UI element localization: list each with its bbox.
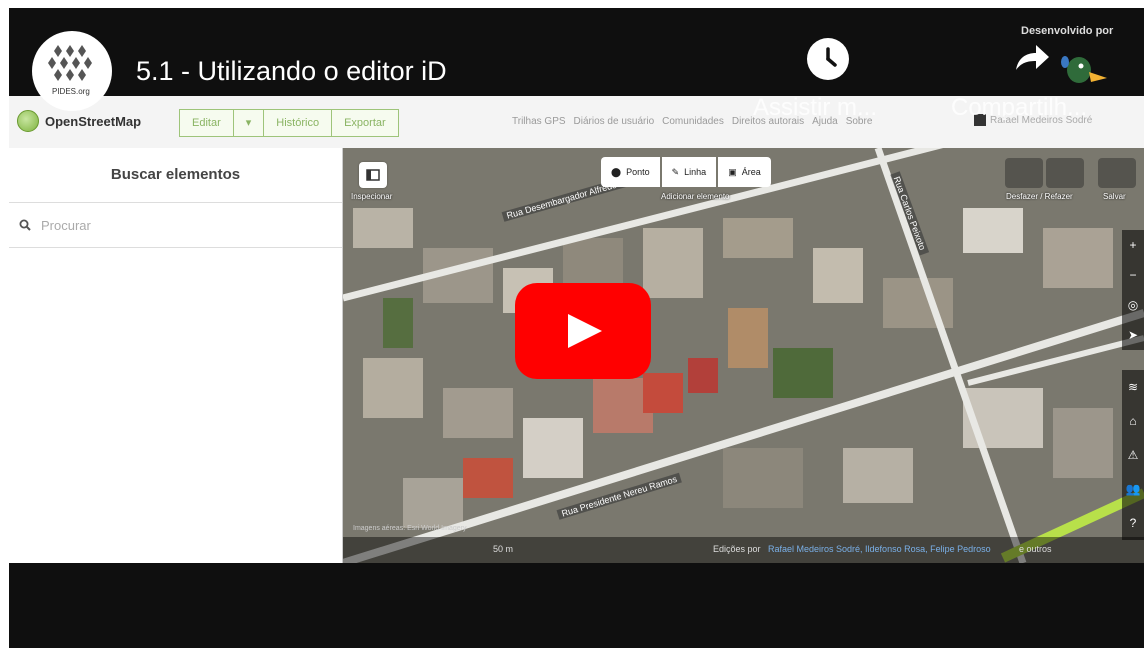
search-icon (19, 219, 31, 231)
others-link[interactable]: e outros (1019, 544, 1052, 554)
panel-controls: ≋ ⌂ ⚠ 👥 ? (1122, 370, 1144, 540)
inspect-label: Inspecionar (351, 192, 393, 201)
feature-search-sidebar: Buscar elementos Procurar (9, 148, 343, 563)
search-field[interactable]: Procurar (9, 203, 342, 248)
undo-redo-label: Desfazer / Refazer (1006, 192, 1073, 201)
watch-later-label: Assistir m... (753, 94, 877, 121)
duck-logo-icon (1061, 56, 1107, 83)
developed-by-label: Desenvolvido por (1021, 25, 1114, 37)
channel-avatar[interactable]: PIDES.org (32, 31, 112, 111)
zoom-controls: + − ◎ ➤ (1122, 230, 1144, 350)
video-title[interactable]: 5.1 - Utilizando o editor iD (136, 56, 447, 87)
osm-brand-label: OpenStreetMap (45, 113, 142, 129)
nav-link-communities[interactable]: Comunidades (662, 116, 724, 127)
zoom-out-button[interactable]: − (1122, 260, 1144, 290)
video-top-bar: PIDES.org 5.1 - Utilizando o editor iD A… (9, 8, 1144, 121)
channel-avatar-text: PIDES.org (52, 87, 90, 96)
issues-button[interactable]: ⚠ (1122, 438, 1144, 472)
edit-dropdown-button[interactable]: ▾ (232, 109, 265, 137)
add-feature-label: Adicionar elemento (661, 192, 730, 201)
background-button[interactable]: ≋ (1122, 370, 1144, 404)
osm-brand[interactable]: OpenStreetMap (17, 110, 141, 132)
map-footer: 50 m Imagens aéreas: Esri World Imagery … (343, 525, 1144, 563)
share-arrow-icon[interactable] (1012, 40, 1052, 80)
scale-bar: 50 m (493, 544, 514, 554)
share-label: Compartilh... (951, 94, 1088, 121)
redo-button[interactable] (1046, 158, 1084, 188)
add-line-button[interactable]: ✎ Linha (661, 157, 717, 187)
osm-logo-icon (17, 110, 39, 132)
add-area-button[interactable]: ▣ Área (718, 157, 771, 187)
preferences-button[interactable]: 👥 (1122, 472, 1144, 506)
pin-icon: ⬤ (611, 167, 622, 177)
osm-edit-buttons: Editar ▾ Histórico Exportar (179, 109, 399, 137)
panel-toggle-icon (366, 169, 380, 181)
sidebar-title: Buscar elementos (9, 148, 342, 203)
map-data-button[interactable]: ⌂ (1122, 404, 1144, 438)
channel-logo-icon (48, 45, 92, 81)
zoom-to-selection-button[interactable]: ◎ (1122, 290, 1144, 320)
zoom-in-button[interactable]: + (1122, 230, 1144, 260)
inspect-button[interactable] (359, 162, 387, 188)
save-button[interactable] (1098, 158, 1136, 188)
edits-prefix: Edições por (713, 544, 761, 554)
geolocate-button[interactable]: ➤ (1122, 320, 1144, 350)
nav-link-diaries[interactable]: Diários de usuário (574, 116, 655, 127)
play-icon (568, 314, 602, 348)
play-button[interactable] (515, 283, 651, 379)
help-button[interactable]: ? (1122, 506, 1144, 540)
imagery-caption: Imagens aéreas: Esri World Imagery (353, 525, 467, 532)
export-button[interactable]: Exportar (331, 109, 399, 137)
satellite-imagery (343, 148, 1144, 563)
history-button[interactable]: Histórico (263, 109, 333, 137)
add-point-button[interactable]: ⬤ Ponto (601, 157, 660, 187)
watch-later-button[interactable] (807, 38, 849, 80)
add-feature-toolbar: ⬤ Ponto ✎ Linha ▣ Área (601, 157, 771, 187)
clock-icon (826, 47, 837, 67)
undo-button[interactable] (1005, 158, 1043, 188)
nav-link-gps[interactable]: Trilhas GPS (512, 116, 566, 127)
map-canvas[interactable]: Rua Desembargador Alfredo Russel Rua Pre… (343, 148, 1144, 563)
video-player[interactable]: OpenStreetMap Editar ▾ Histórico Exporta… (9, 8, 1144, 648)
area-icon: ▣ (728, 167, 737, 177)
save-label: Salvar (1103, 192, 1126, 201)
search-input[interactable]: Procurar (41, 218, 91, 233)
edit-button[interactable]: Editar (179, 109, 234, 137)
editors-link[interactable]: Rafael Medeiros Sodré, Ildefonso Rosa, F… (768, 544, 991, 554)
pencil-icon: ✎ (671, 167, 680, 177)
